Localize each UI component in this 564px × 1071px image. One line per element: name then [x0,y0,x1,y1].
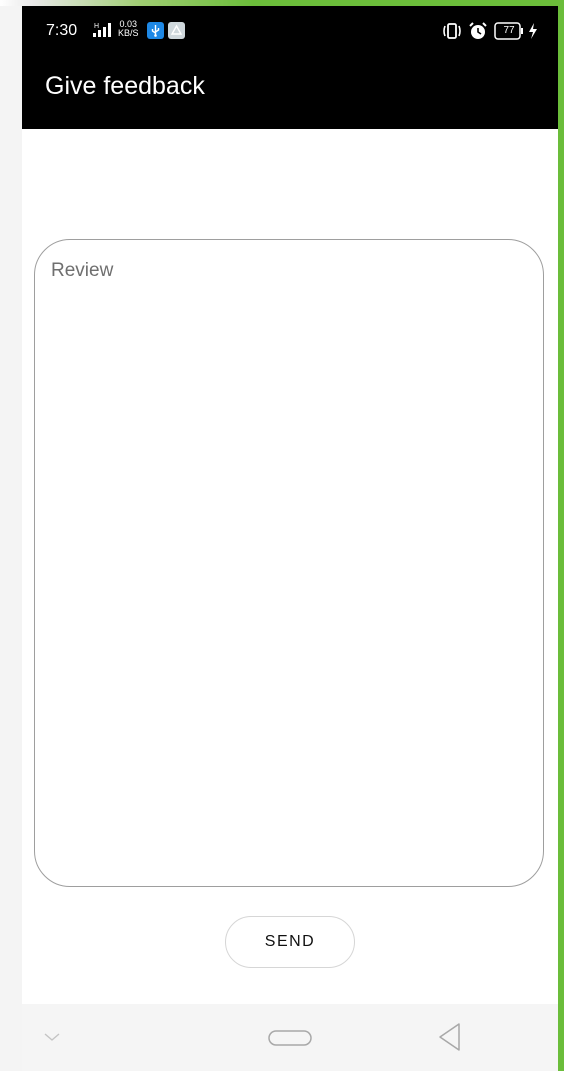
review-input[interactable] [51,260,527,860]
status-bar: 7:30 H 0.03 KB/S 77 [22,6,558,56]
back-icon[interactable] [436,1021,464,1053]
review-field[interactable] [34,239,544,887]
background-strip [0,0,22,1071]
svg-text:H: H [94,23,99,30]
vibrate-icon [443,23,461,39]
phone-screen: 7:30 H 0.03 KB/S 77 Give feedback Review… [22,6,558,1071]
status-time: 7:30 [46,22,78,39]
app-header: 7:30 H 0.03 KB/S 77 Give feedback [22,6,558,129]
charging-icon [529,23,537,39]
home-icon[interactable] [267,1028,313,1048]
network-speed-unit: KB/S [118,28,139,38]
send-button[interactable]: SEND [225,916,355,968]
usb-icon [147,22,164,39]
battery-level: 77 [503,25,515,36]
page-title: Give feedback [45,72,205,100]
alarm-icon [469,22,487,39]
signal-icon: H [93,23,111,37]
network-speed: 0.03 KB/S [118,20,139,38]
drive-icon [168,22,185,39]
chevron-down-icon[interactable] [42,1029,62,1045]
navigation-bar [22,1004,558,1071]
background-green-bar [558,0,564,1071]
